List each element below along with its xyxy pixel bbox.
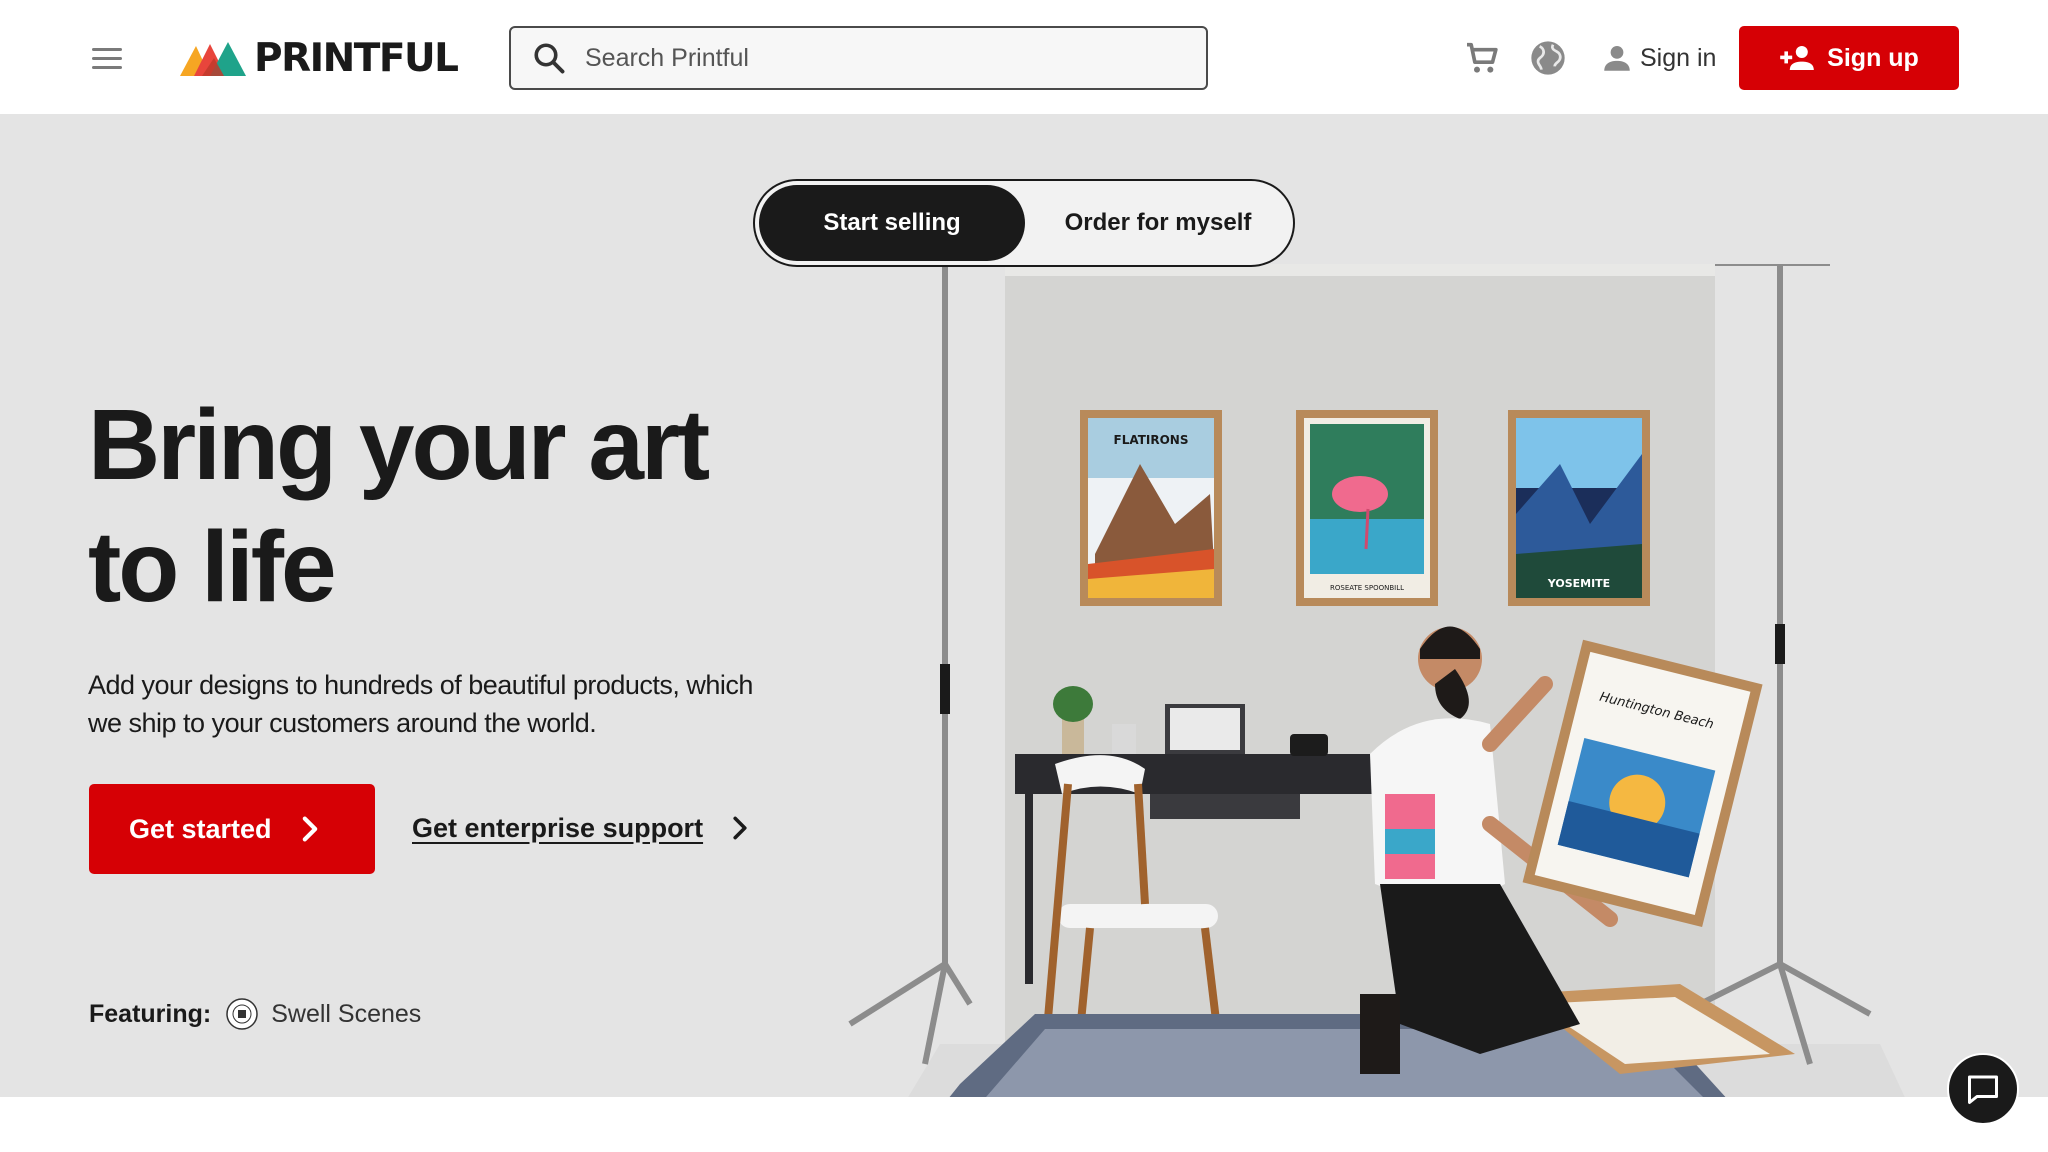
sign-up-button[interactable]: Sign up — [1739, 26, 1959, 90]
poster-title-yosemite: YOSEMITE — [1547, 577, 1610, 590]
search-input[interactable] — [585, 43, 1185, 73]
hero-photo-studio-scene: FLATIRONS ROSEATE SPOONBILL YOSEMITE Hun… — [848, 264, 1905, 1097]
headline-line-2: to life — [88, 511, 337, 623]
user-icon — [1604, 45, 1630, 71]
get-started-label: Get started — [129, 813, 272, 844]
add-user-icon — [1780, 46, 1814, 70]
light-stand-left — [848, 264, 1005, 1065]
sign-in-label: Sign in — [1640, 43, 1717, 72]
description-line-1: Add your designs to hundreds of beautifu… — [88, 670, 753, 700]
pencil-cup — [1112, 724, 1136, 754]
chat-button[interactable] — [1947, 1053, 2019, 1125]
poster-title-spoonbill: ROSEATE SPOONBILL — [1330, 584, 1404, 592]
poster-flatirons: FLATIRONS — [1080, 410, 1222, 606]
menu-icon[interactable] — [88, 42, 128, 72]
cart-icon[interactable] — [1462, 38, 1502, 78]
poster-roseate-spoonbill: ROSEATE SPOONBILL — [1296, 410, 1438, 606]
featuring-label: Featuring: — [89, 999, 212, 1028]
description-line-2: we ship to your customers around the wor… — [88, 708, 597, 738]
audience-toggle: Start selling Order for myself — [753, 179, 1295, 267]
hero-section: FLATIRONS ROSEATE SPOONBILL YOSEMITE Hun… — [0, 114, 2048, 1097]
featured-artist-name: Swell Scenes — [271, 999, 422, 1028]
chat-bubble-icon — [1968, 1075, 1998, 1104]
headline-line-1: Bring your art — [88, 389, 710, 501]
sign-up-label: Sign up — [1827, 43, 1919, 72]
poster-title-flatirons: FLATIRONS — [1114, 433, 1189, 447]
hero-description: Add your designs to hundreds of beautifu… — [88, 666, 768, 742]
sign-in-link[interactable]: Sign in — [1600, 36, 1716, 80]
chevron-right-icon — [733, 816, 747, 840]
brand-name: PRINTFUL — [254, 35, 459, 81]
tab-order-for-myself[interactable]: Order for myself — [1025, 185, 1291, 261]
search-icon[interactable] — [531, 40, 567, 76]
camera — [1290, 734, 1328, 756]
poster-yosemite: YOSEMITE — [1508, 410, 1650, 606]
enterprise-support-link[interactable]: Get enterprise support — [412, 808, 749, 848]
swell-scenes-badge-icon — [226, 998, 258, 1030]
globe-icon[interactable] — [1528, 38, 1568, 78]
get-started-button[interactable]: Get started — [89, 784, 375, 874]
featuring-credit: Featuring: Swell Scenes — [89, 994, 421, 1034]
search-bar[interactable] — [509, 26, 1208, 90]
top-navigation-bar: PRINTFUL Sign in Sign up — [0, 0, 2048, 114]
printful-logo[interactable]: PRINTFUL — [180, 35, 459, 81]
tab-start-selling[interactable]: Start selling — [759, 185, 1025, 261]
chevron-right-icon — [302, 816, 317, 842]
page-title: Bring your art to life — [88, 384, 808, 628]
logo-mark-icon — [180, 42, 246, 76]
plant-pot — [1062, 719, 1084, 754]
enterprise-support-label: Get enterprise support — [412, 812, 704, 843]
